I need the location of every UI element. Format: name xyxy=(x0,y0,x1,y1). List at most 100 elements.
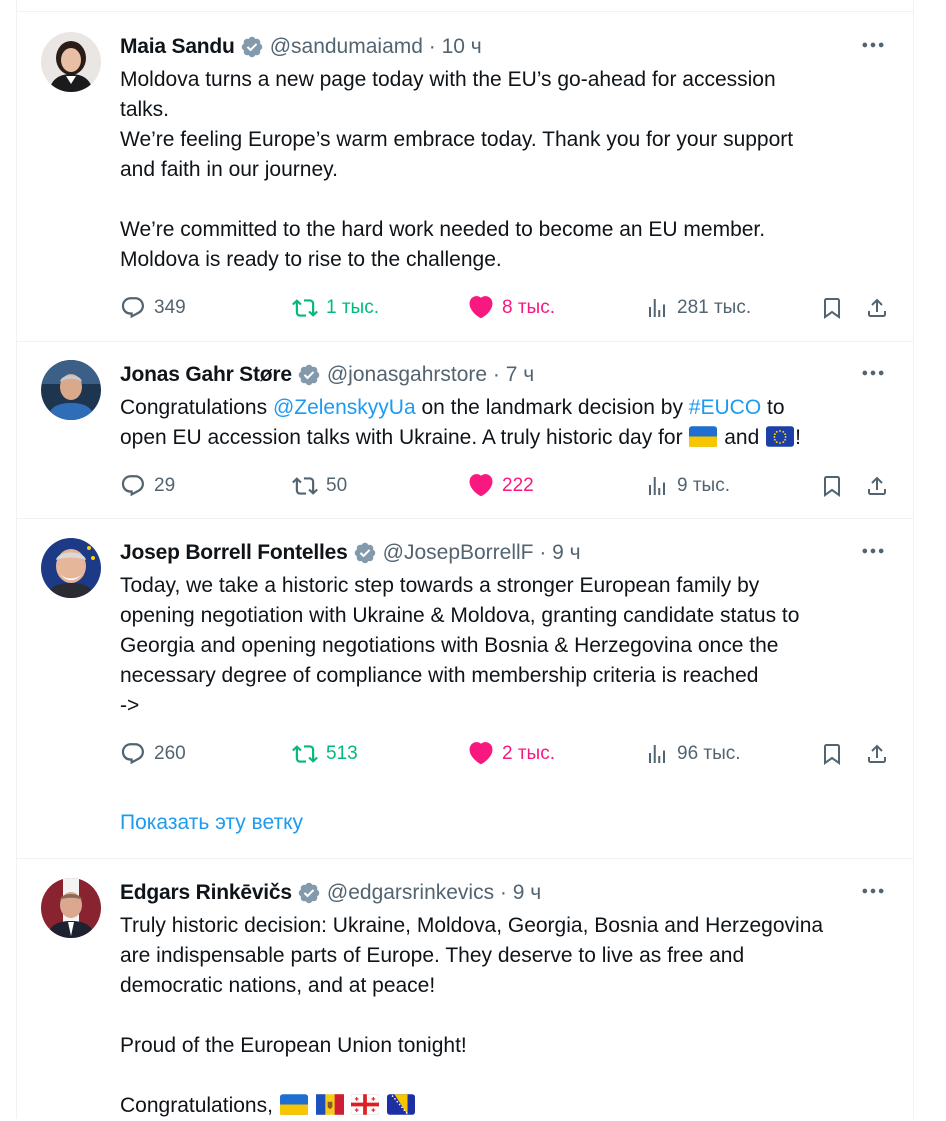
author-meta[interactable]: @jonasgahrstore · 7 ч xyxy=(327,363,534,387)
bookmark-icon xyxy=(820,474,844,498)
bookmark-icon xyxy=(820,742,844,766)
author-meta[interactable]: @JosepBorrellF · 9 ч xyxy=(383,541,581,565)
views-button[interactable]: 9 тыс. xyxy=(645,470,730,502)
text-line: talks. xyxy=(120,98,170,121)
text-line: are indispensable parts of Europe. They … xyxy=(120,944,745,967)
text-line: democratic nations, and at peace! xyxy=(120,974,436,997)
author-name[interactable]: Josep Borrell Fontelles xyxy=(120,541,348,565)
reply-count: 349 xyxy=(154,297,186,318)
share-button[interactable] xyxy=(865,738,889,770)
like-button[interactable]: 2 тыс. xyxy=(468,738,555,770)
views-icon xyxy=(645,474,669,498)
share-button[interactable] xyxy=(865,292,889,324)
retweet-button[interactable]: 50 xyxy=(292,470,347,502)
text-line: necessary degree of compliance with memb… xyxy=(120,664,759,687)
tweet-header: Jonas Gahr Støre @jonasgahrstore · 7 ч xyxy=(120,361,893,389)
views-count: 281 тыс. xyxy=(677,297,752,318)
heart-icon xyxy=(468,295,494,321)
retweet-count: 1 тыс. xyxy=(326,297,379,318)
text-line: open EU accession talks with Ukraine. A … xyxy=(120,423,910,453)
bookmark-button[interactable] xyxy=(820,470,844,502)
more-icon[interactable] xyxy=(859,359,887,387)
mention-link[interactable]: @ZelenskyyUa xyxy=(273,396,416,419)
reply-icon xyxy=(120,473,146,499)
share-icon xyxy=(865,474,889,498)
text-line: Truly historic decision: Ukraine, Moldov… xyxy=(120,914,824,937)
tweet-header: Edgars Rinkēvičs @edgarsrinkevics · 9 ч xyxy=(120,879,893,907)
heart-icon xyxy=(468,741,494,767)
retweet-button[interactable]: 513 xyxy=(292,738,358,770)
text-line: -> xyxy=(120,694,140,717)
text-line: ​ xyxy=(120,1061,910,1091)
author-name[interactable]: Jonas Gahr Støre xyxy=(120,363,292,387)
views-button[interactable]: 281 тыс. xyxy=(645,292,751,324)
verified-badge-icon xyxy=(297,881,321,905)
text-line: ​ xyxy=(120,185,910,215)
georgia-flag-icon xyxy=(351,1094,379,1115)
reply-icon xyxy=(120,741,146,767)
tweet-actions: 349 1 тыс. 8 тыс. 281 тыс. xyxy=(120,292,910,324)
text-line: Proud of the European Union tonight! xyxy=(120,1034,467,1057)
avatar[interactable] xyxy=(41,878,101,938)
more-icon[interactable] xyxy=(859,31,887,59)
text-line: opening negotiation with Ukraine & Moldo… xyxy=(120,604,800,627)
bosnia-flag-icon xyxy=(387,1094,415,1115)
tweet-actions: 260 513 2 тыс. 96 тыс. xyxy=(120,738,910,770)
more-icon[interactable] xyxy=(859,537,887,565)
reply-button[interactable]: 29 xyxy=(120,470,175,502)
tweet-jonas-gahr-store[interactable]: Jonas Gahr Støre @jonasgahrstore · 7 ч C… xyxy=(17,342,913,518)
text-line: We’re committed to the hard work needed … xyxy=(120,218,766,241)
verified-badge-icon xyxy=(297,363,321,387)
reply-button[interactable]: 260 xyxy=(120,738,186,770)
more-icon[interactable] xyxy=(859,877,887,905)
author-name[interactable]: Maia Sandu xyxy=(120,35,235,59)
text-line: We’re feeling Europe’s warm embrace toda… xyxy=(120,128,794,151)
tweet-header: Josep Borrell Fontelles @JosepBorrellF ·… xyxy=(120,539,893,567)
reply-count: 260 xyxy=(154,743,186,764)
author-meta[interactable]: @edgarsrinkevics · 9 ч xyxy=(327,881,541,905)
heart-icon xyxy=(468,473,494,499)
text-line: Congratulations @ZelenskyyUa on the land… xyxy=(120,393,910,423)
views-icon xyxy=(645,742,669,766)
bookmark-icon xyxy=(820,296,844,320)
text-fragment: open EU accession talks with Ukraine. A … xyxy=(120,426,689,449)
text-fragment: and xyxy=(718,426,766,449)
bookmark-button[interactable] xyxy=(820,292,844,324)
ukraine-flag-icon xyxy=(280,1094,308,1115)
bookmark-button[interactable] xyxy=(820,738,844,770)
show-thread-link[interactable]: Показать эту ветку xyxy=(120,811,303,835)
timeline: Maia Sandu @sandumaiamd · 10 ч Moldova t… xyxy=(16,0,914,1119)
tweet-maia-sandu[interactable]: Maia Sandu @sandumaiamd · 10 ч Moldova t… xyxy=(17,0,913,341)
views-count: 9 тыс. xyxy=(677,475,730,496)
tweet-text: Moldova turns a new page today with the … xyxy=(120,65,910,275)
reply-count: 29 xyxy=(154,475,176,496)
text-line: Moldova turns a new page today with the … xyxy=(120,68,776,91)
like-count: 8 тыс. xyxy=(502,297,555,318)
hashtag-link[interactable]: #EUCO xyxy=(689,396,761,419)
avatar[interactable] xyxy=(41,32,101,92)
like-button[interactable]: 222 xyxy=(468,470,534,502)
retweet-count: 50 xyxy=(326,475,348,496)
retweet-icon xyxy=(292,741,318,767)
verified-badge-icon xyxy=(240,35,264,59)
author-meta[interactable]: @sandumaiamd · 10 ч xyxy=(270,35,482,59)
tweet-text: Truly historic decision: Ukraine, Moldov… xyxy=(120,911,910,1121)
avatar[interactable] xyxy=(41,538,101,598)
views-button[interactable]: 96 тыс. xyxy=(645,738,741,770)
views-icon xyxy=(645,296,669,320)
share-button[interactable] xyxy=(865,470,889,502)
retweet-icon xyxy=(292,473,318,499)
text-line: Georgia and opening negotiations with Bo… xyxy=(120,634,779,657)
text-fragment: to xyxy=(761,396,785,419)
tweet-header: Maia Sandu @sandumaiamd · 10 ч xyxy=(120,33,893,61)
moldova-flag-icon xyxy=(316,1094,344,1115)
retweet-button[interactable]: 1 тыс. xyxy=(292,292,379,324)
like-button[interactable]: 8 тыс. xyxy=(468,292,555,324)
avatar[interactable] xyxy=(41,360,101,420)
tweet-edgars-rinkevics[interactable]: Edgars Rinkēvičs @edgarsrinkevics · 9 ч … xyxy=(17,859,913,1119)
verified-badge-icon xyxy=(353,541,377,565)
author-name[interactable]: Edgars Rinkēvičs xyxy=(120,881,292,905)
tweet-josep-borrell[interactable]: Josep Borrell Fontelles @JosepBorrellF ·… xyxy=(17,519,913,858)
reply-button[interactable]: 349 xyxy=(120,292,186,324)
ukraine-flag-icon xyxy=(689,426,717,447)
